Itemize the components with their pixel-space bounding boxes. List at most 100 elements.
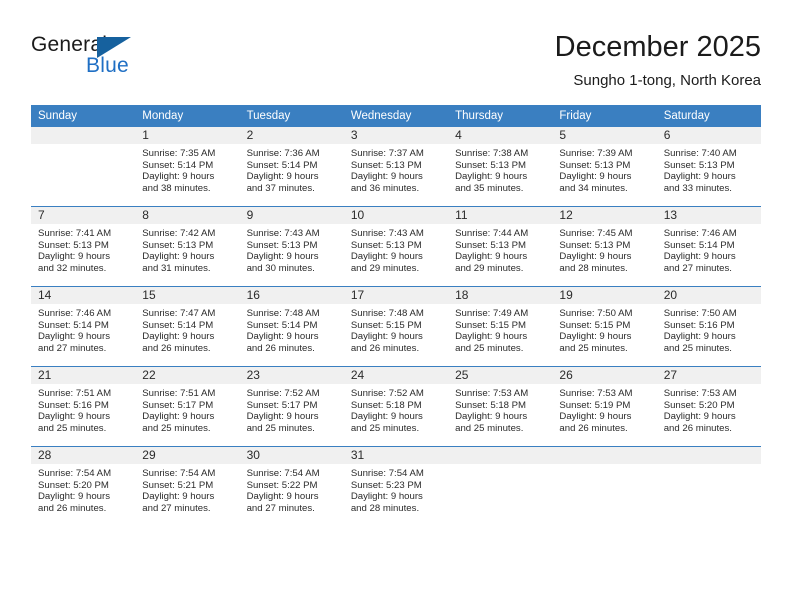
calendar-day-cell[interactable]: 30 Sunrise: 7:54 AM Sunset: 5:22 PM Dayligh…	[239, 446, 344, 526]
calendar-day-cell[interactable]: 9 Sunrise: 7:43 AM Sunset: 5:13 PM Daylight…	[239, 206, 344, 287]
calendar-week-row: 1 Sunrise: 7:35 AM Sunset: 5:14 PM Daylight…	[31, 127, 761, 207]
calendar-day-cell[interactable]: 2 Sunrise: 7:36 AM Sunset: 5:14 PM Daylight…	[239, 127, 344, 207]
sunset-text: Sunset: 5:13 PM	[559, 159, 631, 171]
calendar-day-cell[interactable]: 29 Sunrise: 7:54 AM Sunset: 5:21 PM Dayligh…	[135, 446, 240, 526]
calendar-day-cell[interactable]: 14 Sunrise: 7:46 AM Sunset: 5:14 PM Dayligh…	[31, 286, 136, 367]
daylight-text-line1: Daylight: 9 hours	[559, 411, 632, 423]
day-number: 13	[656, 207, 761, 224]
day-number	[448, 447, 553, 464]
daylight-text-line2: and 26 minutes.	[350, 342, 420, 354]
calendar-week-row: 28 Sunrise: 7:54 AM Sunset: 5:20 PM Dayligh…	[31, 446, 761, 526]
day-number: 29	[135, 447, 240, 464]
sunrise-text: Sunrise: 7:52 AM	[246, 388, 320, 399]
day-number: 7	[31, 207, 136, 224]
sunset-text: Sunset: 5:13 PM	[663, 159, 735, 171]
sunset-text: Sunset: 5:13 PM	[350, 159, 422, 171]
sunset-text: Sunset: 5:14 PM	[246, 159, 318, 171]
daylight-text-line2: and 27 minutes.	[246, 502, 315, 514]
sunrise-text: Sunrise: 7:52 AM	[350, 388, 424, 399]
calendar-day-cell[interactable]: 8 Sunrise: 7:42 AM Sunset: 5:13 PM Daylight…	[135, 206, 240, 287]
sunrise-text: Sunrise: 7:50 AM	[663, 308, 737, 319]
day-number: 4	[448, 127, 553, 144]
calendar-day-cell[interactable]: 15 Sunrise: 7:47 AM Sunset: 5:14 PM Dayligh…	[135, 286, 240, 367]
day-number: 1	[135, 127, 240, 144]
calendar-body: 1 Sunrise: 7:35 AM Sunset: 5:14 PM Daylight…	[31, 127, 761, 526]
calendar-day-cell[interactable]: 22 Sunrise: 7:51 AM Sunset: 5:17 PM Dayligh…	[135, 366, 240, 447]
day-details: Sunrise: 7:53 AM Sunset: 5:20 PM Daylight:…	[657, 384, 761, 434]
daylight-text-line1: Daylight: 9 hours	[663, 331, 736, 343]
calendar-day-cell[interactable]: 24 Sunrise: 7:52 AM Sunset: 5:18 PM Dayligh…	[343, 366, 449, 447]
day-number: 18	[448, 287, 553, 304]
sunset-text: Sunset: 5:18 PM	[455, 399, 527, 411]
day-number: 23	[239, 367, 344, 384]
daylight-text-line1: Daylight: 9 hours	[350, 251, 423, 263]
calendar-day-cell[interactable]: 13 Sunrise: 7:46 AM Sunset: 5:14 PM Dayligh…	[656, 206, 761, 287]
daylight-text-line1: Daylight: 9 hours	[455, 251, 528, 263]
daylight-text-line1: Daylight: 9 hours	[559, 331, 632, 343]
calendar-day-cell[interactable]: 27 Sunrise: 7:53 AM Sunset: 5:20 PM Dayligh…	[656, 366, 761, 447]
weekday-header-wednesday: Wednesday	[343, 105, 449, 127]
daylight-text-line1: Daylight: 9 hours	[663, 251, 736, 263]
brand-logo[interactable]: General Blue	[31, 33, 171, 89]
sunset-text: Sunset: 5:13 PM	[455, 239, 527, 251]
calendar-day-cell[interactable]: 10 Sunrise: 7:43 AM Sunset: 5:13 PM Dayligh…	[343, 206, 449, 287]
day-details: Sunrise: 7:41 AM Sunset: 5:13 PM Daylight:…	[31, 224, 135, 274]
daylight-text-line2: and 25 minutes.	[350, 422, 420, 434]
day-number: 15	[135, 287, 240, 304]
sunrise-text: Sunrise: 7:49 AM	[455, 308, 529, 319]
day-details: Sunrise: 7:48 AM Sunset: 5:15 PM Daylight:…	[344, 304, 448, 354]
day-number: 31	[343, 447, 449, 464]
title-block: December 2025 Sungho 1-tong, North Korea	[555, 30, 761, 92]
daylight-text-line1: Daylight: 9 hours	[559, 171, 632, 183]
weekday-header-sunday: Sunday	[31, 105, 136, 127]
calendar-day-cell[interactable]: 28 Sunrise: 7:54 AM Sunset: 5:20 PM Dayligh…	[31, 446, 136, 526]
day-details: Sunrise: 7:46 AM Sunset: 5:14 PM Daylight:…	[31, 304, 135, 354]
sunrise-text: Sunrise: 7:51 AM	[38, 388, 112, 399]
sunrise-text: Sunrise: 7:54 AM	[38, 468, 112, 479]
calendar-day-cell[interactable]: 4 Sunrise: 7:38 AM Sunset: 5:13 PM Daylight…	[448, 127, 553, 207]
sunrise-text: Sunrise: 7:44 AM	[455, 228, 529, 239]
calendar-day-cell[interactable]: 7 Sunrise: 7:41 AM Sunset: 5:13 PM Daylight…	[31, 206, 136, 287]
daylight-text-line1: Daylight: 9 hours	[350, 411, 423, 423]
calendar-day-cell[interactable]: 20 Sunrise: 7:50 AM Sunset: 5:16 PM Dayligh…	[656, 286, 761, 367]
day-number: 5	[552, 127, 657, 144]
calendar-day-cell[interactable]: 16 Sunrise: 7:48 AM Sunset: 5:14 PM Dayligh…	[239, 286, 344, 367]
calendar-day-cell[interactable]: 5 Sunrise: 7:39 AM Sunset: 5:13 PM Daylight…	[552, 127, 657, 207]
daylight-text-line1: Daylight: 9 hours	[455, 331, 528, 343]
calendar-day-cell[interactable]: 6 Sunrise: 7:40 AM Sunset: 5:13 PM Daylight…	[656, 127, 761, 207]
day-details: Sunrise: 7:53 AM Sunset: 5:18 PM Daylight:…	[448, 384, 552, 434]
daylight-text-line2: and 27 minutes.	[663, 262, 732, 274]
sunrise-text: Sunrise: 7:42 AM	[142, 228, 216, 239]
page-header: General Blue December 2025 Sungho 1-tong…	[31, 30, 761, 98]
calendar-day-cell[interactable]: 19 Sunrise: 7:50 AM Sunset: 5:15 PM Dayligh…	[552, 286, 657, 367]
daylight-text-line1: Daylight: 9 hours	[38, 491, 110, 503]
calendar-day-cell[interactable]: 17 Sunrise: 7:48 AM Sunset: 5:15 PM Dayligh…	[343, 286, 449, 367]
calendar-day-cell[interactable]: 21 Sunrise: 7:51 AM Sunset: 5:16 PM Dayligh…	[31, 366, 136, 447]
calendar-day-cell[interactable]: 18 Sunrise: 7:49 AM Sunset: 5:15 PM Dayligh…	[448, 286, 553, 367]
calendar-day-cell[interactable]: 12 Sunrise: 7:45 AM Sunset: 5:13 PM Dayligh…	[552, 206, 657, 287]
calendar-day-cell[interactable]: 26 Sunrise: 7:53 AM Sunset: 5:19 PM Dayligh…	[552, 366, 657, 447]
sunset-text: Sunset: 5:14 PM	[142, 159, 214, 171]
day-details: Sunrise: 7:53 AM Sunset: 5:19 PM Daylight:…	[552, 384, 656, 434]
calendar-day-cell[interactable]: 11 Sunrise: 7:44 AM Sunset: 5:13 PM Dayligh…	[448, 206, 553, 287]
day-details: Sunrise: 7:52 AM Sunset: 5:18 PM Daylight:…	[344, 384, 448, 434]
day-number: 16	[239, 287, 344, 304]
sunset-text: Sunset: 5:13 PM	[142, 239, 214, 251]
day-number: 21	[31, 367, 136, 384]
daylight-text-line1: Daylight: 9 hours	[455, 411, 528, 423]
calendar-day-cell[interactable]: 3 Sunrise: 7:37 AM Sunset: 5:13 PM Daylight…	[343, 127, 449, 207]
sunrise-text: Sunrise: 7:53 AM	[559, 388, 633, 399]
day-number: 9	[239, 207, 344, 224]
sunset-text: Sunset: 5:15 PM	[559, 319, 631, 331]
sunrise-text: Sunrise: 7:54 AM	[350, 468, 424, 479]
sunrise-text: Sunrise: 7:41 AM	[38, 228, 112, 239]
calendar-day-cell[interactable]: 23 Sunrise: 7:52 AM Sunset: 5:17 PM Dayligh…	[239, 366, 344, 447]
calendar-day-cell[interactable]: 1 Sunrise: 7:35 AM Sunset: 5:14 PM Daylight…	[135, 127, 240, 207]
day-details: Sunrise: 7:37 AM Sunset: 5:13 PM Daylight:…	[344, 144, 448, 194]
sunset-text: Sunset: 5:17 PM	[142, 399, 214, 411]
calendar-day-cell[interactable]: 25 Sunrise: 7:53 AM Sunset: 5:18 PM Dayligh…	[448, 366, 553, 447]
daylight-text-line1: Daylight: 9 hours	[663, 171, 736, 183]
daylight-text-line1: Daylight: 9 hours	[350, 491, 423, 503]
day-details: Sunrise: 7:39 AM Sunset: 5:13 PM Daylight:…	[552, 144, 656, 194]
calendar-day-cell[interactable]: 31 Sunrise: 7:54 AM Sunset: 5:23 PM Dayligh…	[343, 446, 449, 526]
